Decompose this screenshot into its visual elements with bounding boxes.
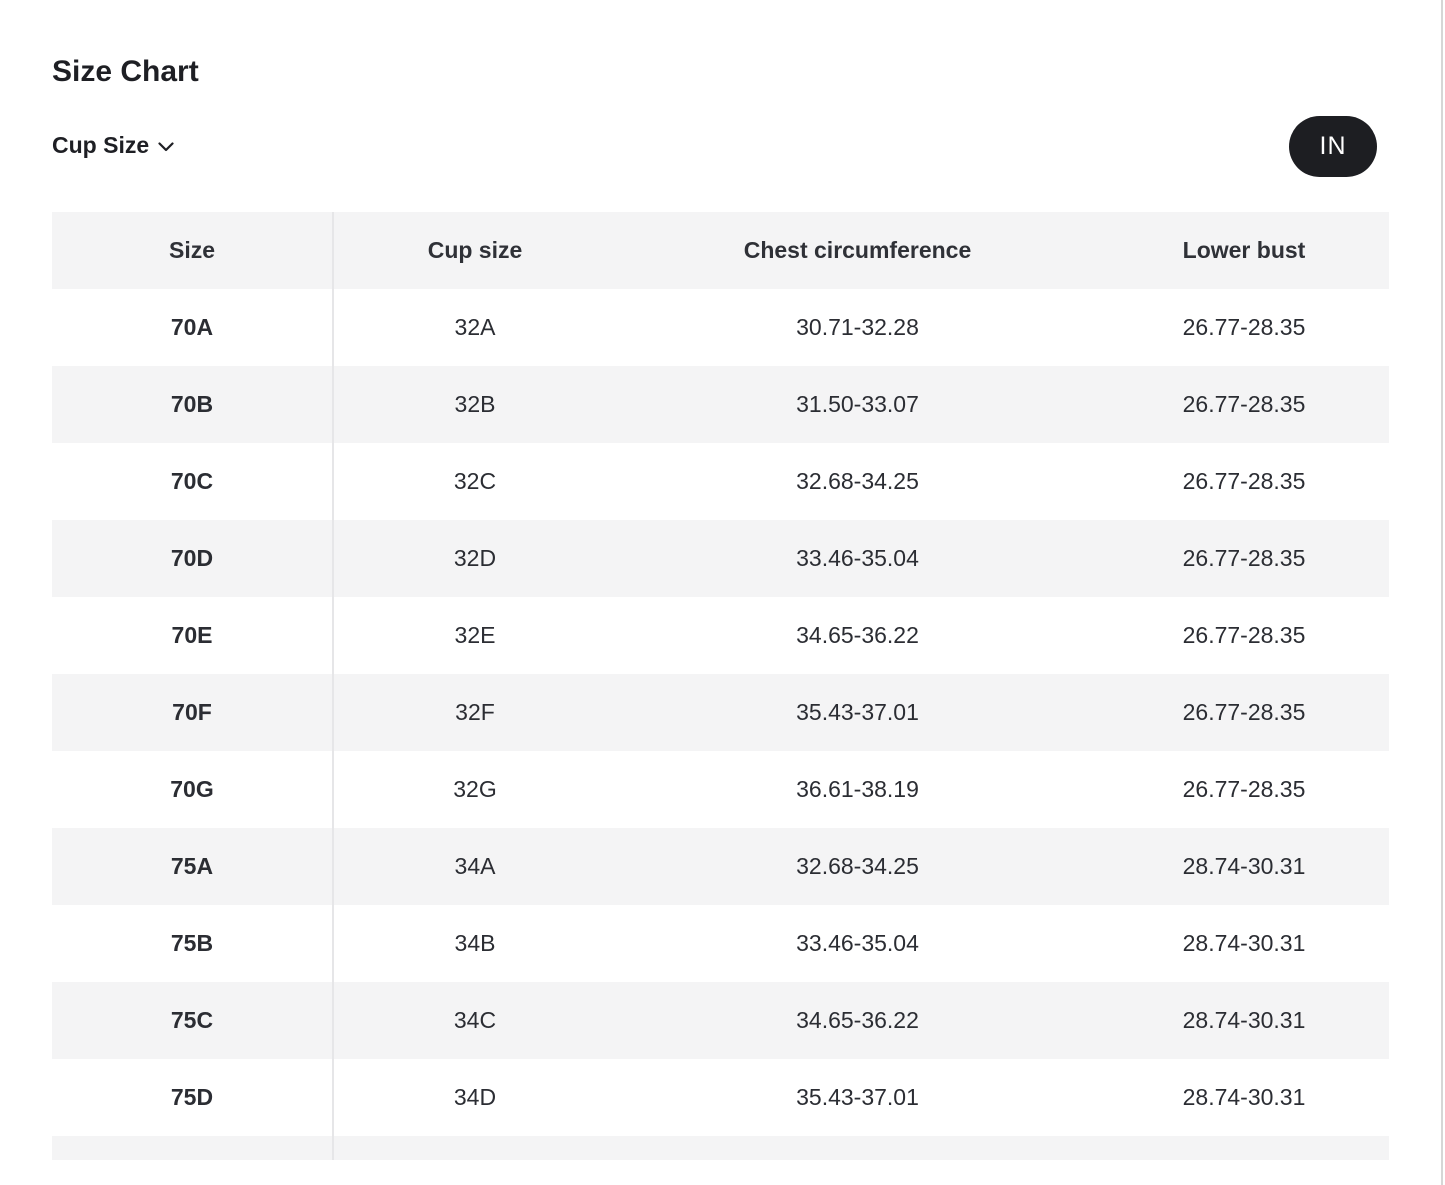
cell-cup-size: 32C — [453, 468, 497, 494]
cell-size: 70F — [52, 674, 334, 751]
cell-size: 75B — [52, 905, 334, 982]
table-header-row: Size Cup size Chest circumference Lower … — [52, 212, 1389, 289]
cell-chest-circumference: 32.68-34.25 — [796, 853, 919, 879]
table-row: 70E 32E 34.65-36.22 26.77-28.35 — [52, 597, 1389, 674]
cell-lower-bust: 26.77-28.35 — [1182, 391, 1306, 417]
cell-chest-circumference: 36.61-38.19 — [796, 776, 919, 802]
cell-lower-bust: 26.77-28.35 — [1182, 776, 1306, 802]
cell-chest-circumference: 34.65-36.22 — [796, 622, 919, 648]
table-row: 75D 34D 35.43-37.01 28.74-30.31 — [52, 1059, 1389, 1136]
table-row — [52, 1136, 1389, 1160]
cell-lower-bust: 26.77-28.35 — [1182, 468, 1306, 494]
cell-size: 70G — [52, 751, 334, 828]
table-row: 70F 32F 35.43-37.01 26.77-28.35 — [52, 674, 1389, 751]
size-table: Size Cup size Chest circumference Lower … — [52, 212, 1389, 1160]
table-row: 75B 34B 33.46-35.04 28.74-30.31 — [52, 905, 1389, 982]
cup-size-dropdown[interactable]: Cup Size — [52, 128, 175, 162]
cell-size: 75D — [52, 1059, 334, 1136]
cell-chest-circumference: 33.46-35.04 — [796, 545, 919, 571]
table-row: 70A 32A 30.71-32.28 26.77-28.35 — [52, 289, 1389, 366]
cell-lower-bust: 28.74-30.31 — [1182, 1084, 1306, 1110]
cell-size: 70D — [52, 520, 334, 597]
cell-cup-size: 32G — [453, 776, 497, 802]
cell-chest-circumference: 33.46-35.04 — [796, 930, 919, 956]
cell-chest-circumference: 30.71-32.28 — [796, 314, 919, 340]
cell-chest-circumference: 35.43-37.01 — [796, 699, 919, 725]
cell-cup-size: 34B — [454, 930, 496, 956]
table-row: 70G 32G 36.61-38.19 26.77-28.35 — [52, 751, 1389, 828]
cell-lower-bust — [1099, 1136, 1389, 1160]
cell-cup-size: 32D — [453, 545, 497, 571]
size-table-container: Size Cup size Chest circumference Lower … — [52, 212, 1389, 1160]
size-chart-dialog: Size Chart Cup Size IN Size Cup size Che… — [0, 0, 1443, 1185]
cell-chest-circumference: 31.50-33.07 — [796, 391, 919, 417]
page-title: Size Chart — [52, 55, 199, 88]
column-header-chest-circumference: Chest circumference — [743, 237, 972, 263]
cell-cup-size: 32F — [455, 699, 495, 725]
cell-cup-size: 34C — [453, 1007, 497, 1033]
cell-chest-circumference: 34.65-36.22 — [796, 1007, 919, 1033]
cell-size — [52, 1136, 334, 1160]
table-row: 75A 34A 32.68-34.25 28.74-30.31 — [52, 828, 1389, 905]
cell-size: 70B — [52, 366, 334, 443]
cell-size: 70C — [52, 443, 334, 520]
cell-lower-bust: 26.77-28.35 — [1182, 545, 1306, 571]
cell-size: 75C — [52, 982, 334, 1059]
cell-chest-circumference: 32.68-34.25 — [796, 468, 919, 494]
cell-lower-bust: 28.74-30.31 — [1182, 1007, 1306, 1033]
cell-size: 75A — [52, 828, 334, 905]
cell-lower-bust: 28.74-30.31 — [1182, 853, 1306, 879]
cell-lower-bust: 26.77-28.35 — [1182, 314, 1306, 340]
window-edge — [1441, 0, 1443, 1185]
table-row: 75C 34C 34.65-36.22 28.74-30.31 — [52, 982, 1389, 1059]
unit-toggle-button[interactable]: IN — [1289, 116, 1377, 177]
cell-cup-size — [333, 1136, 616, 1160]
cup-size-label: Cup Size — [52, 131, 150, 158]
cell-cup-size: 32E — [454, 622, 496, 648]
cell-cup-size: 32B — [454, 391, 496, 417]
column-header-lower-bust: Lower bust — [1182, 237, 1306, 263]
column-header-cup-size: Cup size — [427, 237, 523, 263]
cell-cup-size: 34A — [454, 853, 496, 879]
cell-size: 70E — [52, 597, 334, 674]
cell-chest-circumference: 35.43-37.01 — [796, 1084, 919, 1110]
cell-cup-size: 34D — [453, 1084, 497, 1110]
table-row: 70B 32B 31.50-33.07 26.77-28.35 — [52, 366, 1389, 443]
table-row: 70D 32D 33.46-35.04 26.77-28.35 — [52, 520, 1389, 597]
chevron-down-icon — [157, 138, 175, 156]
cell-size: 70A — [52, 289, 334, 366]
cell-chest-circumference — [616, 1136, 1099, 1160]
table-row: 70C 32C 32.68-34.25 26.77-28.35 — [52, 443, 1389, 520]
cell-cup-size: 32A — [454, 314, 496, 340]
cell-lower-bust: 26.77-28.35 — [1182, 699, 1306, 725]
column-header-size: Size — [52, 212, 334, 289]
cell-lower-bust: 28.74-30.31 — [1182, 930, 1306, 956]
cell-lower-bust: 26.77-28.35 — [1182, 622, 1306, 648]
